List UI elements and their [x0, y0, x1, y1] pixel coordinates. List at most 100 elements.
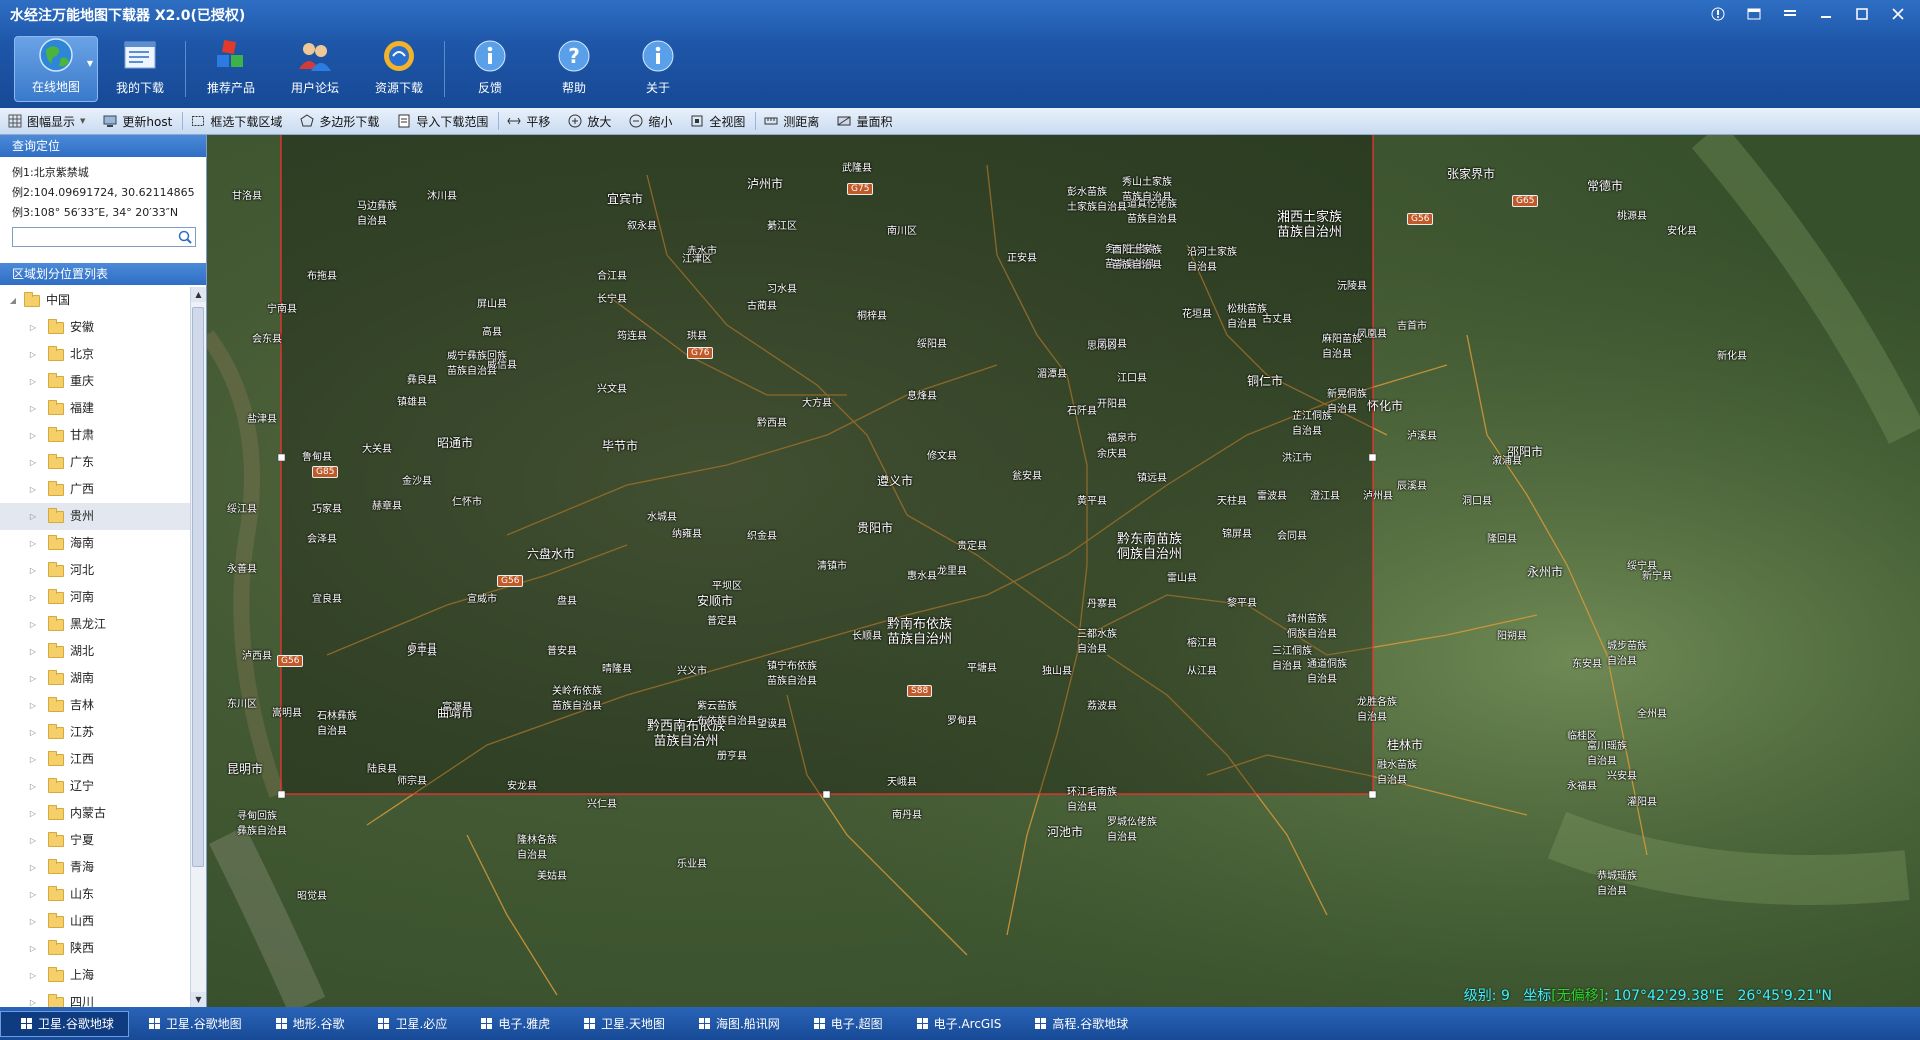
full-view-button[interactable]: 全视图 — [682, 108, 755, 134]
collapsed-arrow-icon[interactable]: ▷ — [28, 827, 38, 854]
collapsed-arrow-icon[interactable]: ▷ — [28, 935, 38, 962]
tree-item-province[interactable]: ▷ 广东 — [0, 449, 190, 476]
map-source-tab[interactable]: 卫星.必应 — [358, 1012, 461, 1036]
zoom-out-button[interactable]: 缩小 — [621, 108, 682, 134]
collapsed-arrow-icon[interactable]: ▷ — [28, 881, 38, 908]
collapsed-arrow-icon[interactable]: ▷ — [28, 611, 38, 638]
map-source-tab[interactable]: 卫星.天地图 — [564, 1012, 679, 1036]
zoom-in-button[interactable]: 放大 — [560, 108, 621, 134]
search-icon[interactable] — [175, 228, 195, 246]
collapsed-arrow-icon[interactable]: ▷ — [28, 773, 38, 800]
tool-feedback[interactable]: 反馈 — [448, 36, 532, 102]
collapsed-arrow-icon[interactable]: ▷ — [28, 530, 38, 557]
tree-item-province[interactable]: ▷ 山东 — [0, 881, 190, 908]
dropdown-arrow-icon[interactable]: ▼ — [87, 59, 93, 68]
tree-item-province[interactable]: ▷ 海南 — [0, 530, 190, 557]
map-label-county: 龙里县 — [937, 566, 967, 577]
collapsed-arrow-icon[interactable]: ▷ — [28, 503, 38, 530]
tree-item-province[interactable]: ▷ 吉林 — [0, 692, 190, 719]
tree-item-province[interactable]: ▷ 上海 — [0, 962, 190, 989]
collapsed-arrow-icon[interactable]: ▷ — [28, 449, 38, 476]
sheet-display-button[interactable]: 图幅显示 ▼ — [0, 108, 95, 134]
tree-item-province[interactable]: ▷ 广西 — [0, 476, 190, 503]
collapsed-arrow-icon[interactable]: ▷ — [28, 638, 38, 665]
pan-button[interactable]: 平移 — [499, 108, 560, 134]
scroll-thumb[interactable] — [192, 307, 204, 867]
tree-item-province[interactable]: ▷ 宁夏 — [0, 827, 190, 854]
close-icon[interactable] — [1882, 3, 1914, 25]
map-source-tab[interactable]: 卫星.谷歌地球 — [0, 1010, 129, 1037]
import-range-button[interactable]: 导入下载范围 — [389, 108, 498, 134]
tree-item-province[interactable]: ▷ 河北 — [0, 557, 190, 584]
update-host-button[interactable]: 更新host — [95, 108, 182, 134]
tool-my-downloads[interactable]: 我的下载 — [98, 36, 182, 102]
tool-online-map[interactable]: 在线地图 ▼ — [14, 36, 98, 102]
tool-about[interactable]: 关于 — [616, 36, 700, 102]
minimize-icon[interactable] — [1810, 3, 1842, 25]
map-source-tab[interactable]: 卫星.谷歌地图 — [129, 1012, 256, 1036]
collapsed-arrow-icon[interactable]: ▷ — [28, 395, 38, 422]
tool-resources[interactable]: 资源下载 — [357, 36, 441, 102]
tree-item-province[interactable]: ▷ 贵州 — [0, 503, 190, 530]
collapsed-arrow-icon[interactable]: ▷ — [28, 908, 38, 935]
collapsed-arrow-icon[interactable]: ▷ — [28, 800, 38, 827]
collapsed-arrow-icon[interactable]: ▷ — [28, 854, 38, 881]
tree-item-province[interactable]: ▷ 黑龙江 — [0, 611, 190, 638]
map-source-tab[interactable]: 高程.谷歌地球 — [1015, 1012, 1142, 1036]
map-label-county: 沐川县 — [427, 191, 457, 202]
collapsed-arrow-icon[interactable]: ▷ — [28, 665, 38, 692]
collapsed-arrow-icon[interactable]: ▷ — [28, 368, 38, 395]
collapsed-arrow-icon[interactable]: ▷ — [28, 989, 38, 1007]
expanded-arrow-icon[interactable]: ◢ — [8, 287, 18, 314]
tree-item-province[interactable]: ▷ 内蒙古 — [0, 800, 190, 827]
map-label-county: 美姑县 — [537, 871, 567, 882]
map-source-tab[interactable]: 电子.超图 — [794, 1012, 897, 1036]
collapsed-arrow-icon[interactable]: ▷ — [28, 692, 38, 719]
notification-icon[interactable] — [1702, 3, 1734, 25]
tree-item-province[interactable]: ▷ 陕西 — [0, 935, 190, 962]
tree-item-province[interactable]: ▷ 北京 — [0, 341, 190, 368]
collapsed-arrow-icon[interactable]: ▷ — [28, 476, 38, 503]
tree-item-province[interactable]: ▷ 重庆 — [0, 368, 190, 395]
map-source-tab[interactable]: 海图.船讯网 — [679, 1012, 794, 1036]
tree-item-province[interactable]: ▷ 湖南 — [0, 665, 190, 692]
collapsed-arrow-icon[interactable]: ▷ — [28, 314, 38, 341]
collapsed-arrow-icon[interactable]: ▷ — [28, 584, 38, 611]
select-area-button[interactable]: 框选下载区域 — [183, 108, 292, 134]
tree-item-province[interactable]: ▷ 湖北 — [0, 638, 190, 665]
collapsed-arrow-icon[interactable]: ▷ — [28, 341, 38, 368]
tree-item-province[interactable]: ▷ 江苏 — [0, 719, 190, 746]
collapsed-arrow-icon[interactable]: ▷ — [28, 746, 38, 773]
tree-item-root[interactable]: ◢ 中国 — [0, 287, 190, 314]
collapsed-arrow-icon[interactable]: ▷ — [28, 422, 38, 449]
tool-recommended[interactable]: 推荐产品 — [189, 36, 273, 102]
tree-item-province[interactable]: ▷ 江西 — [0, 746, 190, 773]
collapsed-arrow-icon[interactable]: ▷ — [28, 962, 38, 989]
scroll-up-icon[interactable]: ▲ — [191, 287, 206, 302]
tool-help[interactable]: ? 帮助 — [532, 36, 616, 102]
tree-item-province[interactable]: ▷ 青海 — [0, 854, 190, 881]
tree-scrollbar[interactable]: ▲ ▼ — [190, 287, 206, 1007]
map-source-tab[interactable]: 电子.雅虎 — [461, 1012, 564, 1036]
tree-item-province[interactable]: ▷ 安徽 — [0, 314, 190, 341]
tree-item-province[interactable]: ▷ 福建 — [0, 395, 190, 422]
map-source-tab[interactable]: 电子.ArcGIS — [897, 1012, 1016, 1036]
tool-forum[interactable]: 用户论坛 — [273, 36, 357, 102]
map-source-tab[interactable]: 地形.谷歌 — [256, 1012, 359, 1036]
tree-item-province[interactable]: ▷ 河南 — [0, 584, 190, 611]
map-view[interactable]: 泸州市 宜宾市 遵义市 毕节市 昭通市 六盘水市 贵阳市 安顺市 铜仁市 怀化市 曲靖市 河池市 桂林市… — [207, 135, 1920, 1007]
maximize-icon[interactable] — [1846, 3, 1878, 25]
collapsed-arrow-icon[interactable]: ▷ — [28, 557, 38, 584]
tree-item-province[interactable]: ▷ 辽宁 — [0, 773, 190, 800]
polygon-download-button[interactable]: 多边形下载 — [292, 108, 389, 134]
tree-item-province[interactable]: ▷ 四川 — [0, 989, 190, 1007]
measure-area-button[interactable]: 量面积 — [829, 108, 902, 134]
menu-icon[interactable] — [1774, 3, 1806, 25]
skin-icon[interactable] — [1738, 3, 1770, 25]
tree-item-province[interactable]: ▷ 山西 — [0, 908, 190, 935]
scroll-down-icon[interactable]: ▼ — [191, 992, 206, 1007]
collapsed-arrow-icon[interactable]: ▷ — [28, 719, 38, 746]
tree-item-province[interactable]: ▷ 甘肃 — [0, 422, 190, 449]
measure-distance-button[interactable]: 测距离 — [756, 108, 829, 134]
search-input[interactable] — [13, 228, 175, 246]
